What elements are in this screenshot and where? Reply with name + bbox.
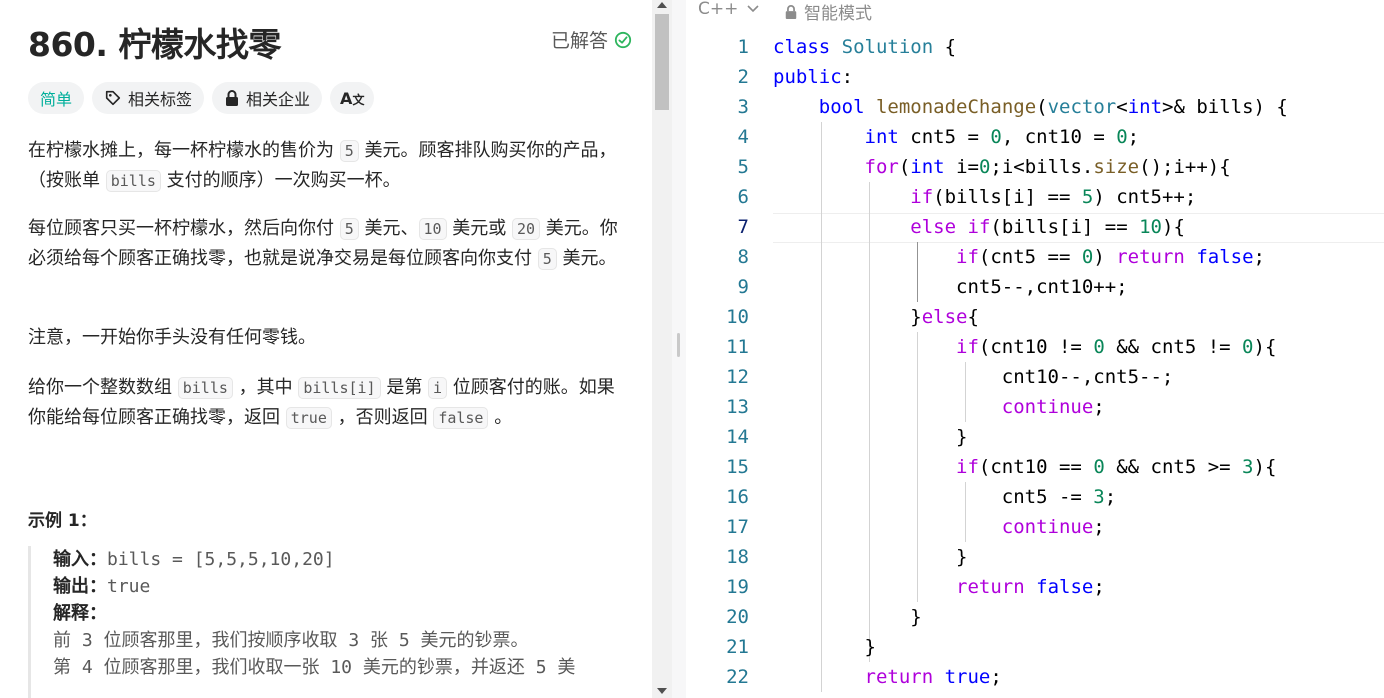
scroll-down-arrow-icon[interactable] (657, 688, 667, 694)
inline-code: false (433, 407, 489, 429)
code-line: 11 if(cnt10 != 0 && cnt5 != 0){ (726, 336, 1277, 358)
code-line: 1 class Solution { (737, 36, 957, 58)
code-line: 9 cnt5--,cnt10++; (737, 276, 1128, 298)
title-row: 860. 柠檬水找零 已解答 (28, 18, 632, 64)
inline-code: bills[i] (298, 377, 381, 399)
code-line: 3 bool lemonadeChange(vector<int>& bills… (737, 96, 1288, 118)
mode-label: 智能模式 (804, 4, 872, 24)
panel-splitter[interactable] (672, 0, 686, 698)
example-block: 输入：bills = [5,5,5,10,20] 输出：true 解释： 前 3… (28, 546, 628, 698)
check-circle-icon (614, 31, 632, 48)
description-paragraph-3: 注意，一开始你手头没有任何零钱。 (28, 327, 316, 348)
code-line: 10 }else{ (726, 306, 979, 328)
code-line: 19 return false; (726, 576, 1105, 598)
code-line: 20 } (726, 606, 922, 628)
code-line: 18 } (726, 546, 968, 568)
description-paragraph-1: 在柠檬水摊上，每一杯柠檬水的售价为 5 美元。顾客排队购买你的产品，（按账单 b… (28, 140, 617, 192)
code-line: 15 if(cnt10 == 0 && cnt5 >= 3){ (726, 456, 1277, 478)
tag-row: 简单 相关标签 相关企业 A文 (28, 82, 375, 114)
description-scrollbar[interactable] (652, 0, 672, 698)
code-line: 22 return true; (726, 666, 1002, 688)
language-label: C++ (698, 0, 739, 19)
related-tags-button[interactable]: 相关标签 (92, 82, 205, 114)
code-line: 7 else if(bills[i] == 10){ (737, 216, 1185, 238)
lock-icon (785, 4, 797, 19)
editor-mode[interactable]: 智能模式 (784, 0, 872, 24)
inline-code: 5 (537, 248, 557, 270)
difficulty-badge: 简单 (28, 82, 85, 114)
code-line: 14 } (726, 426, 968, 448)
tag-icon (105, 90, 121, 106)
code-editor[interactable]: C++ 智能模式 1 class Solution { 2 public: 3 bo… (686, 0, 1384, 698)
code-line: 12 cnt10--,cnt5--; (726, 366, 1174, 388)
related-companies-label: 相关企业 (246, 90, 311, 109)
code-line: 2 public: (737, 66, 854, 88)
code-line: 8 if(cnt5 == 0) return false; (737, 246, 1265, 268)
inline-code: bills (177, 377, 233, 399)
language-selector[interactable]: C++ (698, 0, 760, 19)
example-explain-label: 解释： (53, 603, 107, 624)
description-paragraph-2: 每位顾客只买一杯柠檬水，然后向你付 5 美元、 10 美元或 20 美元。你必须给… (28, 218, 618, 270)
code-line: 13 continue; (726, 396, 1105, 418)
solved-status: 已解答 (551, 26, 632, 53)
translate-icon: A文 (340, 88, 365, 108)
description-paragraph-4: 给你一个整数数组 bills ，其中 bills[i] 是第 i 位顾客付的账。… (28, 377, 615, 429)
translate-button[interactable]: A文 (330, 82, 375, 114)
solved-label: 已解答 (550, 30, 608, 52)
code-line: 17 continue; (726, 516, 1105, 538)
inline-code: 20 (512, 218, 541, 240)
code-line: 4 int cnt5 = 0, cnt10 = 0; (737, 126, 1140, 148)
example-title: 示例 1： (28, 511, 97, 531)
example-input: 输入：bills = [5,5,5,10,20] (53, 549, 335, 570)
splitter-handle[interactable] (677, 333, 680, 357)
inline-code: 5 (339, 140, 359, 162)
lock-icon (226, 90, 239, 106)
related-companies-button[interactable]: 相关企业 (212, 82, 323, 114)
inline-code: bills (105, 170, 161, 192)
problem-title[interactable]: 860. 柠檬水找零 (28, 18, 281, 66)
example-output: 输出：true (53, 576, 151, 597)
code-line: 21 } (726, 636, 876, 658)
example-explain-line: 第 4 位顾客那里，我们收取一张 10 美元的钞票，并返还 5 美 (53, 657, 576, 678)
inline-code: 5 (339, 218, 359, 240)
scroll-up-arrow-icon[interactable] (657, 2, 667, 8)
related-tags-label: 相关标签 (128, 90, 193, 109)
code-line: 16 cnt5 -= 3; (726, 486, 1117, 508)
editor-toolbar: C++ 智能模式 (686, 0, 1384, 24)
chevron-down-icon (747, 5, 759, 13)
code-line: 6 if(bills[i] == 5) cnt5++; (737, 186, 1197, 208)
example-explain-line: 前 3 位顾客那里，我们按顺序收取 3 张 5 美元的钞票。 (53, 630, 529, 651)
difficulty-label: 简单 (40, 90, 73, 109)
scroll-thumb[interactable] (655, 14, 669, 110)
inline-code: true (285, 407, 332, 429)
problem-description-panel: 860. 柠檬水找零 已解答 简单 相关标签 相关企业 A文 在柠檬水摊上，每一… (0, 0, 652, 698)
inline-code: i (428, 377, 448, 399)
code-line: 5 for(int i=0;i<bills.size();i++){ (737, 156, 1231, 178)
inline-code: 10 (418, 218, 447, 240)
